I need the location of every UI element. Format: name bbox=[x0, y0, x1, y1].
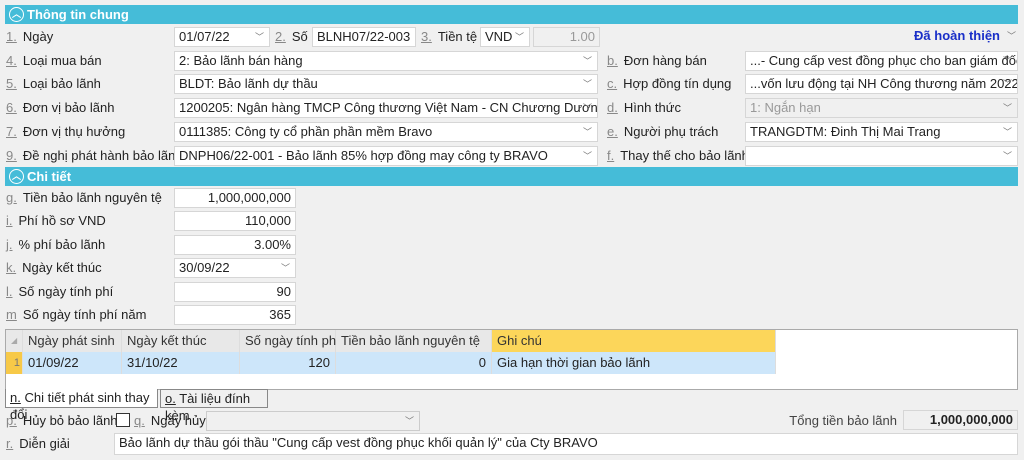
collapse-icon[interactable]: ︿ bbox=[9, 7, 24, 22]
tab-attachments[interactable]: o. Tài liệu đính kèm bbox=[160, 389, 268, 423]
fee-percent-field[interactable]: 3.00% bbox=[174, 235, 296, 255]
chevron-down-icon[interactable]: ﹀ bbox=[583, 52, 592, 70]
column-header[interactable]: Tiền bảo lãnh nguyên tệ bbox=[336, 330, 492, 352]
table-cell[interactable]: 0 bbox=[336, 352, 492, 374]
tab-change-details[interactable]: n. Chi tiết phát sinh thay đổi bbox=[5, 389, 158, 422]
fee-days-field[interactable]: 90 bbox=[174, 282, 296, 302]
form-select: 1: Ngắn hạn ﹀ bbox=[745, 98, 1018, 118]
collapse-icon[interactable]: ︿ bbox=[9, 169, 24, 184]
guarantee-type-select[interactable]: BLDT: Bảo lãnh dự thầu ﹀ bbox=[174, 74, 598, 94]
chevron-down-icon[interactable]: ﹀ bbox=[583, 99, 592, 117]
fee-label: i. Phí hồ sơ VND bbox=[6, 213, 106, 228]
number-label: 2. Số bbox=[275, 29, 308, 44]
grid-corner: ◢ bbox=[6, 330, 23, 352]
replace-guarantee-label: f. Thay thế cho bảo lãnh bbox=[607, 148, 749, 163]
description-label: r. Diễn giải bbox=[6, 436, 70, 451]
column-header[interactable]: Số ngày tính phí bbox=[240, 330, 340, 352]
cancel-date-field: ﹀ bbox=[206, 411, 420, 431]
date-label: 1. Ngày bbox=[6, 29, 54, 44]
sales-order-label: b. Đơn hàng bán bbox=[607, 53, 707, 68]
chevron-down-icon[interactable]: ﹀ bbox=[515, 28, 524, 46]
currency-label: 3. Tiền tệ bbox=[421, 29, 478, 44]
issue-request-label: 9. Đề nghị phát hành bảo lãnh bbox=[6, 148, 183, 163]
form-label: d. Hình thức bbox=[607, 100, 681, 115]
chevron-down-icon[interactable]: ﹀ bbox=[1003, 52, 1012, 70]
total-label: Tổng tiền bảo lãnh bbox=[789, 413, 897, 428]
column-header[interactable]: Ghi chú bbox=[492, 330, 776, 352]
fee-field[interactable]: 110,000 bbox=[174, 211, 296, 231]
chevron-down-icon[interactable]: ﹀ bbox=[1003, 123, 1012, 141]
chevron-down-icon[interactable]: ﹀ bbox=[1003, 147, 1012, 165]
table-cell[interactable]: 31/10/22 bbox=[122, 352, 240, 374]
currency-select[interactable]: VND ﹀ bbox=[480, 27, 530, 47]
year-days-label: m Số ngày tính phí năm bbox=[6, 307, 147, 322]
chevron-down-icon[interactable]: ﹀ bbox=[1007, 26, 1016, 46]
amount-field[interactable]: 1,000,000,000 bbox=[174, 188, 296, 208]
chevron-down-icon: ﹀ bbox=[1002, 103, 1012, 113]
sale-type-select[interactable]: 2: Bảo lãnh bán hàng ﹀ bbox=[174, 51, 598, 71]
sales-order-select[interactable]: ...- Cung cấp vest đồng phục cho ban giá… bbox=[745, 51, 1018, 71]
total-value: 1,000,000,000 bbox=[903, 410, 1018, 430]
fee-percent-label: j.% phí bảo lãnh bbox=[6, 237, 106, 252]
row-indicator[interactable]: 1 bbox=[6, 352, 23, 374]
table-cell[interactable]: 01/09/22 bbox=[23, 352, 122, 374]
section-header-general[interactable]: ︿ Thông tin chung bbox=[5, 5, 1018, 24]
end-date-label: k. Ngày kết thúc bbox=[6, 260, 102, 275]
column-header[interactable]: Ngày kết thúc bbox=[122, 330, 240, 352]
changes-grid[interactable]: ◢ Ngày phát sinh Ngày kết thúc Số ngày t… bbox=[5, 329, 1018, 390]
beneficiary-label: 7. Đơn vị thụ hưởng bbox=[6, 124, 126, 139]
date-field[interactable]: 01/07/22 ﹀ bbox=[174, 27, 270, 47]
sale-type-label: 4. Loại mua bán bbox=[6, 53, 102, 68]
number-field[interactable]: BLNH07/22-003 bbox=[312, 27, 416, 47]
guarantor-label: 6. Đơn vị bảo lãnh bbox=[6, 100, 115, 115]
issue-request-select[interactable]: DNPH06/22-001 - Bảo lãnh 85% hợp đồng ma… bbox=[174, 146, 598, 166]
credit-contract-select[interactable]: ...vốn lưu động tại NH Công thương năm 2… bbox=[745, 74, 1018, 94]
replace-guarantee-select[interactable]: ﹀ bbox=[745, 146, 1018, 166]
guarantee-type-label: 5. Loại bảo lãnh bbox=[6, 76, 101, 91]
description-field[interactable]: Bảo lãnh dự thầu gói thầu "Cung cấp vest… bbox=[114, 433, 1018, 455]
credit-contract-label: c. Hợp đồng tín dụng bbox=[607, 76, 732, 91]
exchange-rate-field: 1.00 bbox=[533, 27, 600, 47]
table-cell[interactable]: 120 bbox=[240, 352, 336, 374]
year-days-field[interactable]: 365 bbox=[174, 305, 296, 325]
chevron-down-icon[interactable]: ﹀ bbox=[281, 259, 290, 277]
end-date-field[interactable]: 30/09/22 ﹀ bbox=[174, 258, 296, 278]
section-header-detail[interactable]: ︿ Chi tiết bbox=[5, 167, 1018, 186]
fee-days-label: l. Số ngày tính phí bbox=[6, 284, 114, 299]
cancel-checkbox[interactable] bbox=[116, 413, 130, 427]
chevron-down-icon[interactable]: ﹀ bbox=[255, 28, 264, 46]
column-header[interactable]: Ngày phát sinh bbox=[23, 330, 122, 352]
chevron-down-icon[interactable]: ﹀ bbox=[583, 123, 592, 141]
amount-label: g. Tiền bảo lãnh nguyên tệ bbox=[6, 190, 162, 205]
chevron-down-icon[interactable]: ﹀ bbox=[583, 75, 592, 93]
chevron-down-icon[interactable]: ﹀ bbox=[583, 147, 592, 165]
table-cell[interactable]: Gia hạn thời gian bảo lãnh bbox=[492, 352, 776, 374]
chevron-down-icon: ﹀ bbox=[404, 416, 414, 426]
person-in-charge-select[interactable]: TRANGDTM: Đinh Thị Mai Trang ﹀ bbox=[745, 122, 1018, 142]
status-badge[interactable]: Đã hoàn thiện bbox=[914, 26, 1000, 46]
chevron-down-icon[interactable]: ﹀ bbox=[1003, 75, 1012, 93]
cancel-label: p. Hủy bỏ bảo lãnh bbox=[6, 413, 118, 428]
guarantor-select[interactable]: 1200205: Ngân hàng TMCP Công thương Việt… bbox=[174, 98, 598, 118]
person-in-charge-label: e. Người phụ trách bbox=[607, 124, 719, 139]
beneficiary-select[interactable]: 0111385: Công ty cổ phần phần mềm Bravo ﹀ bbox=[174, 122, 598, 142]
